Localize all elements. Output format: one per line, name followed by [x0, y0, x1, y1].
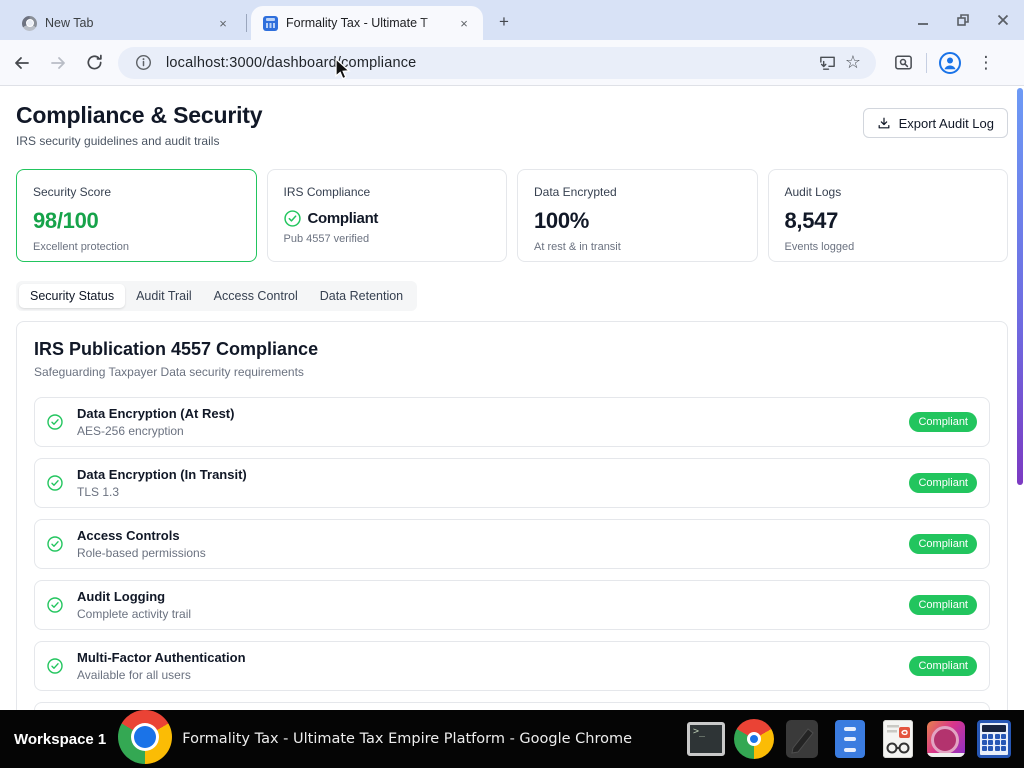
- check-circle-icon: [47, 414, 63, 430]
- check-circle-icon: [284, 210, 301, 227]
- status-badge: Compliant: [909, 412, 977, 432]
- stat-card-security-score[interactable]: Security Score 98/100 Excellent protecti…: [16, 169, 257, 262]
- tab-title: New Tab: [45, 16, 206, 30]
- forward-icon[interactable]: [44, 49, 72, 77]
- page-content: Compliance & Security IRS security guide…: [0, 88, 1024, 710]
- compliance-row: Data Encryption (At Rest) AES-256 encryp…: [34, 397, 990, 447]
- status-badge: Compliant: [909, 473, 977, 493]
- compliance-row: Data Backup Daily automated backups Comp…: [34, 702, 990, 710]
- chrome-menu-icon[interactable]: ⋮: [973, 50, 999, 76]
- file-cabinet-icon[interactable]: [830, 719, 870, 759]
- tab-audit-trail[interactable]: Audit Trail: [125, 284, 203, 308]
- check-circle-icon: [47, 658, 63, 674]
- back-icon[interactable]: [8, 49, 36, 77]
- calculator-favicon-icon: [263, 16, 278, 31]
- section-tabs: Security Status Audit Trail Access Contr…: [16, 281, 417, 311]
- compliance-list: Data Encryption (At Rest) AES-256 encryp…: [34, 397, 990, 710]
- tab-data-retention[interactable]: Data Retention: [309, 284, 414, 308]
- browser-toolbar: localhost:3000/dashboard/compliance ☆ ⋮: [0, 40, 1024, 86]
- mouse-cursor: [333, 58, 353, 82]
- browser-tab-strip: New Tab × Formality Tax - Ultimate T × +: [0, 0, 1024, 40]
- compliance-card-subtitle: Safeguarding Taxpayer Data security requ…: [34, 365, 990, 379]
- stat-card-irs-compliance[interactable]: IRS Compliance Compliant Pub 4557 verifi…: [267, 169, 508, 262]
- active-window-title[interactable]: Formality Tax - Ultimate Tax Empire Plat…: [182, 731, 632, 747]
- stat-card-audit-logs[interactable]: Audit Logs 8,547 Events logged: [768, 169, 1009, 262]
- compliance-card: IRS Publication 4557 Compliance Safeguar…: [16, 321, 1008, 710]
- reload-icon[interactable]: [80, 49, 108, 77]
- page-scrollbar[interactable]: [1017, 88, 1023, 485]
- image-viewer-icon[interactable]: [926, 719, 966, 759]
- check-circle-icon: [47, 597, 63, 613]
- tab-formality-tax[interactable]: Formality Tax - Ultimate T ×: [251, 6, 483, 40]
- stat-cards: Security Score 98/100 Excellent protecti…: [16, 169, 1008, 262]
- profile-avatar-icon[interactable]: [937, 50, 963, 76]
- text-editor-icon[interactable]: [782, 719, 822, 759]
- check-circle-icon: [47, 536, 63, 552]
- compliance-row: Multi-Factor Authentication Available fo…: [34, 641, 990, 691]
- status-badge: Compliant: [909, 595, 977, 615]
- tab-close-icon[interactable]: ×: [214, 14, 232, 32]
- check-circle-icon: [47, 475, 63, 491]
- tab-new-tab[interactable]: New Tab ×: [10, 6, 242, 40]
- tab-access-control[interactable]: Access Control: [203, 284, 309, 308]
- export-audit-log-button[interactable]: Export Audit Log: [863, 108, 1008, 138]
- status-badge: Compliant: [909, 656, 977, 676]
- restore-button[interactable]: [950, 7, 976, 33]
- stat-card-data-encrypted[interactable]: Data Encrypted 100% At rest & in transit: [517, 169, 758, 262]
- address-bar[interactable]: localhost:3000/dashboard/compliance ☆: [118, 47, 876, 79]
- tab-security-status[interactable]: Security Status: [19, 284, 125, 308]
- chrome-window-icon[interactable]: [118, 710, 172, 764]
- status-badge: Compliant: [909, 534, 977, 554]
- calculator-icon[interactable]: [974, 719, 1014, 759]
- terminal-icon[interactable]: >_: [686, 719, 726, 759]
- bookmark-star-icon[interactable]: ☆: [840, 50, 866, 76]
- chrome-icon[interactable]: [734, 719, 774, 759]
- compliance-row: Access Controls Role-based permissions C…: [34, 519, 990, 569]
- site-info-icon[interactable]: [130, 50, 156, 76]
- search-tabs-icon[interactable]: [890, 50, 916, 76]
- tab-title: Formality Tax - Ultimate T: [286, 16, 447, 30]
- page-subtitle: IRS security guidelines and audit trails: [16, 134, 262, 148]
- page-title: Compliance & Security: [16, 102, 262, 129]
- install-app-icon[interactable]: [814, 50, 840, 76]
- toolbar-right: ⋮: [890, 50, 999, 76]
- workspace-label[interactable]: Workspace 1: [14, 731, 106, 748]
- dock: >_: [686, 710, 1014, 768]
- close-window-button[interactable]: [990, 7, 1016, 33]
- window-controls: [910, 0, 1016, 40]
- toolbar-separator: [926, 53, 927, 73]
- tab-close-icon[interactable]: ×: [455, 14, 473, 32]
- minimize-button[interactable]: [910, 7, 936, 33]
- compliance-row: Audit Logging Complete activity trail Co…: [34, 580, 990, 630]
- document-viewer-icon[interactable]: [878, 719, 918, 759]
- chrome-favicon-icon: [22, 16, 37, 31]
- url-text: localhost:3000/dashboard/compliance: [166, 55, 814, 71]
- taskbar: Workspace 1 Formality Tax - Ultimate Tax…: [0, 710, 1024, 768]
- download-icon: [877, 116, 891, 130]
- compliance-row: Data Encryption (In Transit) TLS 1.3 Com…: [34, 458, 990, 508]
- new-tab-button[interactable]: +: [491, 9, 517, 35]
- tab-separator: [246, 14, 247, 32]
- compliance-card-title: IRS Publication 4557 Compliance: [34, 339, 990, 360]
